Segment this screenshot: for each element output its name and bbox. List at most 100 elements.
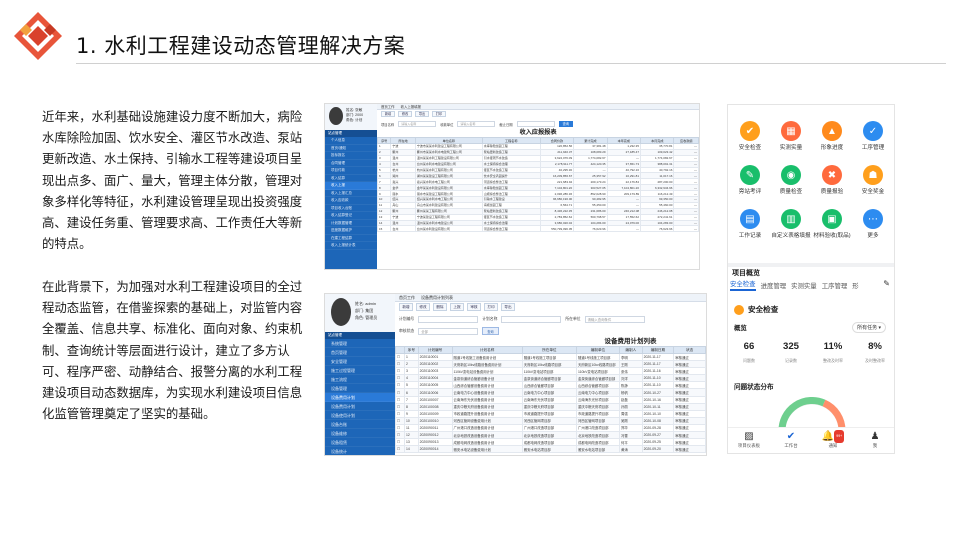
sidebar-item[interactable]: 项目付款	[325, 167, 377, 175]
toolbar-button[interactable]: 新增	[399, 303, 413, 311]
sidebar-item[interactable]: 投标报名	[325, 152, 377, 160]
sidebar-item[interactable]: 进度数据维护	[325, 227, 377, 235]
sidebar-item[interactable]: 计划数据管理	[325, 220, 377, 227]
table-row[interactable]: ☐ 14 2020090014 雅安水电站设备费用计划 雅安水电站项目部 雅安水电站项目部…	[394, 445, 706, 454]
notification-badge: 99+	[834, 430, 845, 443]
sidebar-item[interactable]: 首页/通知	[325, 145, 377, 152]
search-button[interactable]: 查询	[558, 121, 573, 127]
project-tab[interactable]: 进度管理	[761, 281, 787, 290]
unit-input[interactable]: 请输入查询条件	[584, 315, 645, 323]
table-cell: ☐	[394, 395, 406, 404]
sidebar-item[interactable]: 设备租赁	[325, 438, 395, 447]
nav-item[interactable]: ♟ 我	[854, 428, 894, 453]
table-cell: ☐	[394, 381, 406, 390]
sidebar-item[interactable]: 设备维修	[325, 429, 395, 438]
sidebar-item[interactable]: 收入结算登记	[325, 212, 377, 220]
nav-item[interactable]: ✔ 工作台	[770, 428, 812, 453]
toolbar-button[interactable]: 上报	[450, 303, 464, 311]
function-item[interactable]: ▣ 材料验收(取品)	[812, 209, 852, 240]
sidebar-item[interactable]: 设备使用计划	[325, 411, 395, 420]
project-tab[interactable]: 工序管理	[822, 281, 848, 290]
tab[interactable]: 设备费用计划列表	[421, 295, 453, 300]
task-filter-dropdown[interactable]: 所有任务 ▾	[852, 322, 886, 333]
function-item[interactable]: ▥ 自定义表格填报	[771, 209, 811, 240]
table-row[interactable]: ☐ 11 2020090011 广州港口改造设备费用计划 广州港口改造项目部 广州港口改造…	[394, 423, 706, 433]
table-row[interactable]: ☐ 8 2020100008 重庆中粮天府设备费用计划 重庆中粮天府项目部 重庆中粮天府项…	[394, 402, 706, 411]
function-item[interactable]: ▦ 实测实量	[771, 121, 811, 152]
sidebar-item[interactable]: 设备费用计划	[325, 402, 395, 411]
project-tab[interactable]: 安全检查	[730, 279, 756, 291]
table-cell: 2020-11-17	[641, 352, 675, 362]
status-select[interactable]: 全部	[418, 327, 479, 335]
sidebar-item[interactable]: 收入上报统计表	[325, 242, 377, 250]
sidebar-item[interactable]: 在建工程结算	[325, 235, 377, 242]
sidebar-item[interactable]: 首页管理	[325, 348, 395, 357]
function-item[interactable]: ⋯ 更多	[853, 209, 893, 240]
nav-item[interactable]: ▨ 项目仪表板	[728, 428, 770, 453]
function-item[interactable]: ✖ 质量报验	[812, 165, 852, 196]
table-cell: 隧道1号线施工项目部	[521, 352, 577, 362]
sidebar-item[interactable]: 项目收入台账	[325, 205, 377, 212]
table-row[interactable]: ☐ 9 2020100009 市政道路提升设备费用计划 市政道路提升项目部 市政道路提升项…	[394, 409, 706, 418]
toolbar-button[interactable]: 导出	[501, 303, 515, 311]
table-row[interactable]: 15 台州 台州某水利建设有限公司 河道综合整治工程 550,799,096.05 76,…	[376, 225, 699, 233]
function-item[interactable]: ✎ 旁站考评	[730, 165, 770, 196]
plan-number-input[interactable]	[418, 315, 479, 323]
toolbar-button[interactable]: 新增	[381, 111, 395, 117]
sidebar-item[interactable]: 收入结算	[325, 175, 377, 182]
sidebar-item[interactable]: 施工流程	[325, 375, 395, 384]
sidebar-item[interactable]: 收入应收款	[325, 197, 377, 205]
project-name-input[interactable]: 请输入名称	[398, 121, 437, 127]
table-row[interactable]: ☐ 5 2020110005 山西综合管廊设备费用计划 山西综合管廊项目部 山西综合管廊项…	[394, 381, 706, 390]
filter-label: 计划编号	[399, 316, 415, 321]
filter-label: 截止日期	[499, 122, 513, 127]
nav-item[interactable]: 🔔 99+ 通知	[812, 428, 854, 453]
table-row[interactable]: ☐ 2 2020110002 天府新区10kv线路设备费用计划 天府新区10kv线路项目…	[394, 360, 706, 369]
table-row[interactable]: ☐ 6 2020110006 云南电力中心设备费用计划 云南电力中心项目部 云南电力中心项…	[394, 388, 706, 397]
function-item[interactable]: ✓ 工序管理	[853, 121, 893, 152]
sidebar-item[interactable]: 系统管理	[325, 339, 395, 348]
sidebar-item[interactable]: 安全管理	[325, 357, 395, 366]
sidebar-item[interactable]: 设备台账	[325, 420, 395, 429]
table-row[interactable]: ☐ 13 2020090013 成都电网改造设备费用计划 成都电网改造项目部 成都电网改造…	[394, 438, 706, 447]
toolbar-button[interactable]: 修改	[416, 303, 430, 311]
sidebar-item[interactable]: 收入上报	[325, 182, 377, 190]
sidebar-item[interactable]: 收入上报汇总	[325, 190, 377, 197]
date-input[interactable]	[516, 121, 555, 127]
toolbar-button[interactable]: 删除	[433, 303, 447, 311]
plan-name-input[interactable]	[501, 315, 562, 323]
sidebar-item[interactable]: 合同管理	[325, 160, 377, 167]
table-row[interactable]: ☐ 10 2020100010 河西区管网设备费用计划 河西区管网项目部 河西区管网项目部…	[394, 416, 706, 425]
table-row[interactable]: ☐ 4 2020110004 金泉街道综合管廊设备计划 金泉街道综合管廊项目部 金泉街道综…	[394, 374, 706, 383]
sidebar-item[interactable]: 设备统计	[325, 447, 395, 455]
main-panel: 首页工作 设备费用计划列表 新增 修改 删除 上报 审核 打印 导出 计划编号 计划名称 所在…	[394, 294, 706, 455]
function-item[interactable]: ▲ 形象进度	[812, 121, 852, 152]
project-tab[interactable]: 形	[852, 281, 858, 290]
toolbar-button[interactable]: 打印	[484, 303, 498, 311]
toolbar-button[interactable]: 修改	[398, 111, 412, 117]
function-label: 工序管理	[861, 145, 885, 151]
sidebar-item[interactable]: 设备管理	[325, 384, 395, 393]
project-tab[interactable]: 实测实量	[791, 281, 817, 290]
sidebar-item[interactable]: 施工过程管理	[325, 366, 395, 375]
function-item[interactable]: ☗ 安全奖金	[853, 165, 893, 196]
table-row[interactable]: ☐ 1 2020110001 隧道1号线施工设备费用计划 隧道1号线施工项目部 隧道1号线…	[394, 352, 706, 362]
sidebar-item[interactable]: 个人信息	[325, 137, 377, 145]
function-item[interactable]: ▤ 工作记录	[730, 209, 770, 240]
toolbar-button[interactable]: 打印	[432, 111, 446, 117]
table-row[interactable]: ☐ 7 2020100007 云南海东光伏设备费用计划 云南海东光伏项目部 云南海东光伏项…	[394, 395, 706, 404]
search-button[interactable]: 查询	[482, 327, 499, 335]
toolbar-button[interactable]: 审核	[467, 303, 481, 311]
function-item[interactable]: ◉ 质量检查	[771, 165, 811, 196]
tab[interactable]: 首页工作	[381, 105, 395, 109]
tab[interactable]: 首页工作	[399, 295, 415, 300]
function-item[interactable]: ✔ 安全检查	[730, 121, 770, 152]
edit-icon[interactable]: ✎	[883, 279, 890, 288]
table-cell: 2020-10-10	[641, 409, 675, 418]
table-row[interactable]: ☐ 3 2020110003 110kV变电站设备费用计划 110kV变电站项目部 110…	[394, 367, 706, 376]
sidebar-item[interactable]: 设备费用计划	[325, 393, 395, 402]
table-row[interactable]: ☐ 12 2020090012 北京地铁改造设备费用计划 北京地铁改造项目部 北京地铁改造…	[394, 431, 706, 440]
tab[interactable]: 收入上报填报	[401, 105, 421, 109]
toolbar-button[interactable]: 导出	[415, 111, 429, 117]
payee-input[interactable]: 请输入名称	[457, 121, 496, 127]
